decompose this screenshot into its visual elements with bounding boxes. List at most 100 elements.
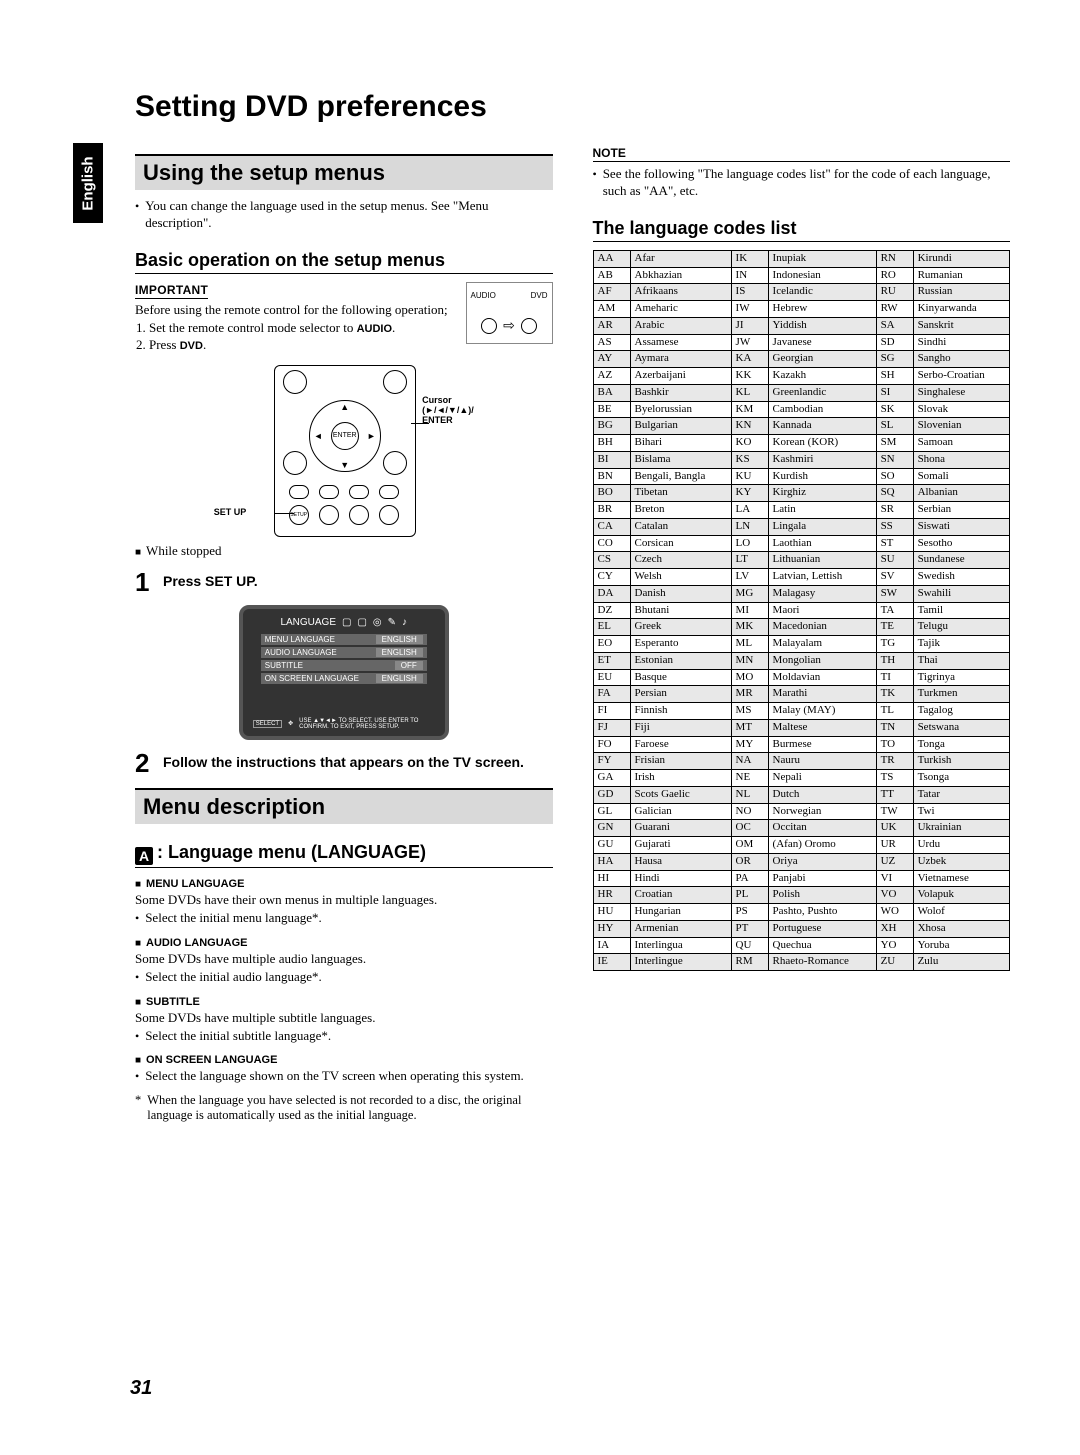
- footnote-marker: *: [135, 1093, 141, 1123]
- lang-name: Serbian: [913, 502, 1009, 519]
- tab-icon: ✎: [388, 617, 396, 628]
- lang-code: PA: [731, 870, 768, 887]
- lang-code: IE: [593, 954, 630, 971]
- lang-name: Korean (KOR): [768, 435, 876, 452]
- lang-code: FJ: [593, 719, 630, 736]
- lang-name: (Afan) Oromo: [768, 837, 876, 854]
- table-row: ARArabicJIYiddishSASanskrit: [593, 317, 1010, 334]
- table-row: HIHindiPAPanjabiVIVietnamese: [593, 870, 1010, 887]
- arrows-label: (►/◄/▼/▲)/: [422, 405, 474, 415]
- lang-name: Bislama: [630, 451, 731, 468]
- lang-code: RO: [876, 267, 913, 284]
- lang-code: BR: [593, 502, 630, 519]
- bullet-icon: [135, 910, 139, 927]
- lang-name: Greenlandic: [768, 384, 876, 401]
- step-1-text: Press SET UP.: [163, 569, 258, 589]
- bullet-icon: [135, 1068, 139, 1085]
- lang-name: Kashmiri: [768, 451, 876, 468]
- lang-code: PS: [731, 904, 768, 921]
- lang-code: HI: [593, 870, 630, 887]
- lang-code: VI: [876, 870, 913, 887]
- lang-name: Yiddish: [768, 317, 876, 334]
- table-row: AMAmeharicIWHebrewRWKinyarwanda: [593, 301, 1010, 318]
- left-column: Using the setup menus You can change the…: [135, 142, 553, 1123]
- cursor-label: Cursor: [422, 395, 474, 405]
- setup-button-icon: SETUP: [289, 505, 309, 525]
- lang-code: SS: [876, 518, 913, 535]
- lang-name: Kazakh: [768, 368, 876, 385]
- lang-code: TK: [876, 686, 913, 703]
- lang-name: Abkhazian: [630, 267, 731, 284]
- tv-row-value: ENGLISH: [376, 648, 423, 657]
- lang-name: Setswana: [913, 719, 1009, 736]
- table-row: EUBasqueMOMoldavianTITigrinya: [593, 669, 1010, 686]
- lang-name: Maori: [768, 602, 876, 619]
- heading-language-codes: The language codes list: [593, 218, 1011, 242]
- using-bullet: You can change the language used in the …: [135, 198, 553, 232]
- footnote-text: When the language you have selected is n…: [147, 1093, 552, 1123]
- lang-code: KN: [731, 418, 768, 435]
- mode-dial-icon: [521, 318, 537, 334]
- language-tab: English: [73, 143, 103, 223]
- lang-code: RM: [731, 954, 768, 971]
- lang-name: Malay (MAY): [768, 703, 876, 720]
- lang-code: MI: [731, 602, 768, 619]
- lang-name: Interlingua: [630, 937, 731, 954]
- lang-code: IS: [731, 284, 768, 301]
- lang-code: RN: [876, 250, 913, 267]
- lang-code: AB: [593, 267, 630, 284]
- lang-name: Byelorussian: [630, 401, 731, 418]
- table-row: GNGuaraniOCOccitanUKUkrainian: [593, 820, 1010, 837]
- lang-code: PL: [731, 887, 768, 904]
- lang-code: MG: [731, 585, 768, 602]
- table-row: HAHausaOROriyaUZUzbek: [593, 853, 1010, 870]
- lang-code: KA: [731, 351, 768, 368]
- lang-name: Kannada: [768, 418, 876, 435]
- lang-code: LN: [731, 518, 768, 535]
- lang-name: Hindi: [630, 870, 731, 887]
- table-row: GLGalicianNONorwegianTWTwi: [593, 803, 1010, 820]
- lang-code: BA: [593, 384, 630, 401]
- lang-code: RW: [876, 301, 913, 318]
- lang-code: TW: [876, 803, 913, 820]
- lang-name: Singhalese: [913, 384, 1009, 401]
- lang-name: Corsican: [630, 535, 731, 552]
- lang-code: HU: [593, 904, 630, 921]
- lang-code: MY: [731, 736, 768, 753]
- lang-name: Bengali, Bangla: [630, 468, 731, 485]
- lang-name: Georgian: [768, 351, 876, 368]
- lang-name: Assamese: [630, 334, 731, 351]
- lang-code: PT: [731, 920, 768, 937]
- lang-code: KL: [731, 384, 768, 401]
- lang-code: FA: [593, 686, 630, 703]
- table-row: FAPersianMRMarathiTKTurkmen: [593, 686, 1010, 703]
- lang-code: UZ: [876, 853, 913, 870]
- lang-name: Latvian, Lettish: [768, 569, 876, 586]
- lang-code: ET: [593, 652, 630, 669]
- table-row: FYFrisianNANauruTRTurkish: [593, 753, 1010, 770]
- lang-name: Aymara: [630, 351, 731, 368]
- lang-name: Armenian: [630, 920, 731, 937]
- lang-name: Urdu: [913, 837, 1009, 854]
- table-row: DZBhutaniMIMaoriTATamil: [593, 602, 1010, 619]
- lang-code: HY: [593, 920, 630, 937]
- lang-code: TA: [876, 602, 913, 619]
- table-row: COCorsicanLOLaothianSTSesotho: [593, 535, 1010, 552]
- language-menu-icon: A: [135, 847, 153, 865]
- lang-name: Macedonian: [768, 619, 876, 636]
- table-row: IEInterlingueRMRhaeto-RomanceZUZulu: [593, 954, 1010, 971]
- lang-name: Laothian: [768, 535, 876, 552]
- lang-name: Hausa: [630, 853, 731, 870]
- tv-row-value: ENGLISH: [376, 674, 423, 683]
- lang-name: Ukrainian: [913, 820, 1009, 837]
- lang-name: Hungarian: [630, 904, 731, 921]
- tab-icon: ◎: [373, 617, 382, 628]
- right-column: NOTE See the following "The language cod…: [593, 142, 1011, 1123]
- note-label: NOTE: [593, 146, 1011, 162]
- lang-name: Greek: [630, 619, 731, 636]
- lang-name: Kurdish: [768, 468, 876, 485]
- section-subtitle-desc: Some DVDs have multiple subtitle languag…: [135, 1010, 553, 1026]
- tv-row-label: ON SCREEN LANGUAGE: [265, 674, 359, 683]
- tv-row-value: OFF: [395, 661, 423, 670]
- enter-button-icon: ENTER: [331, 422, 359, 450]
